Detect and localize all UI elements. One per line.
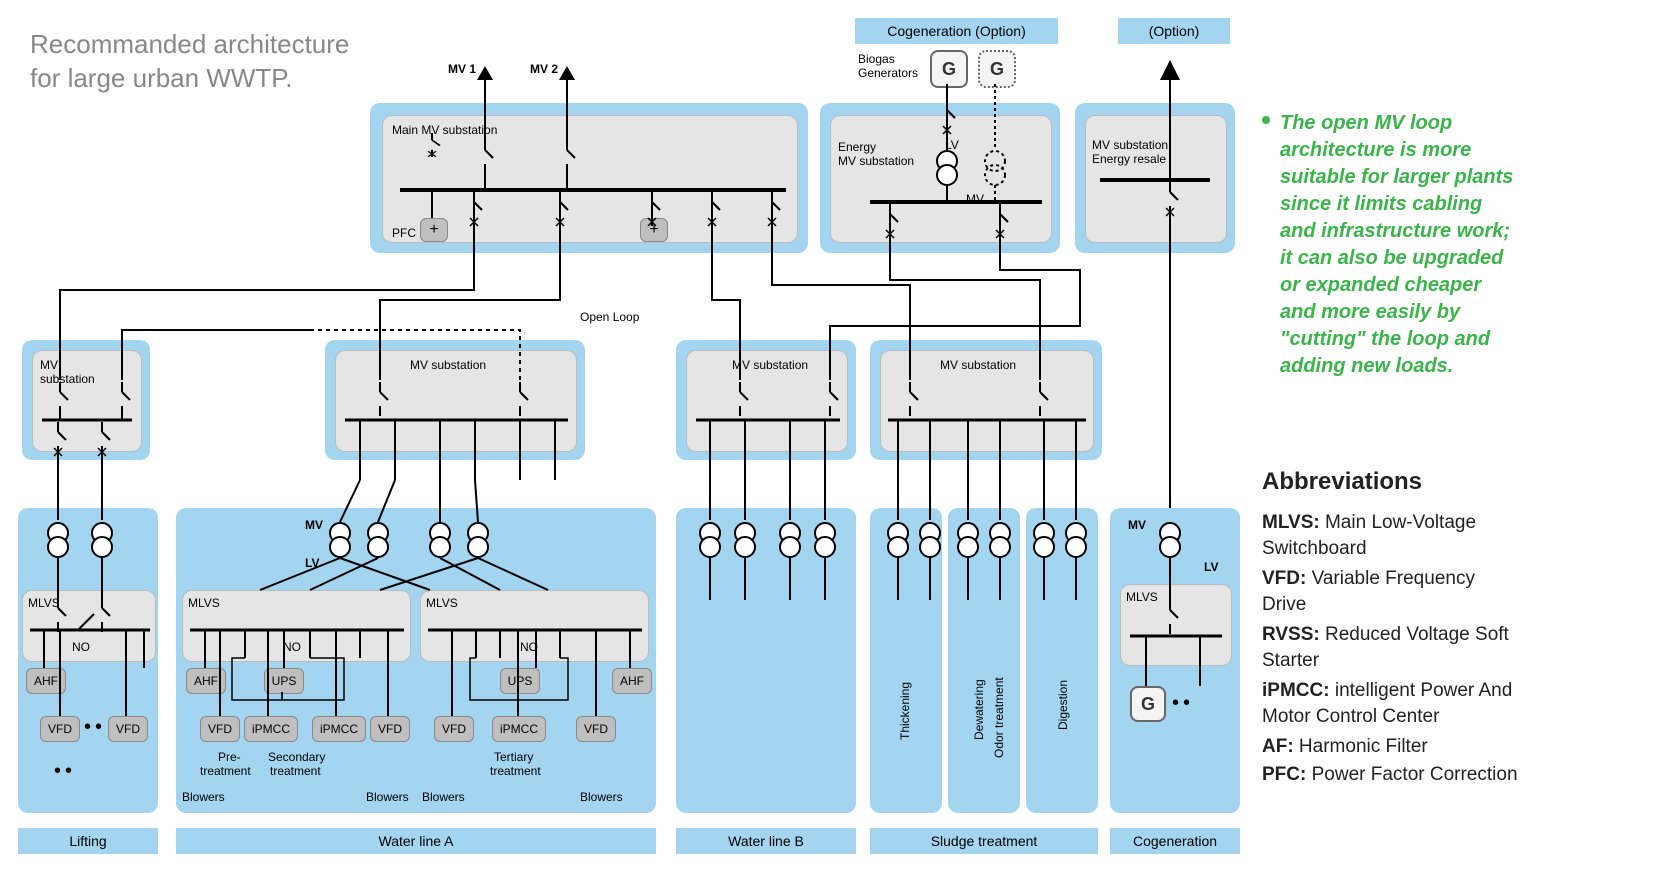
diagram-svg bbox=[0, 0, 1670, 896]
diagram-canvas: Recommanded architecture for large urban… bbox=[0, 0, 1670, 896]
